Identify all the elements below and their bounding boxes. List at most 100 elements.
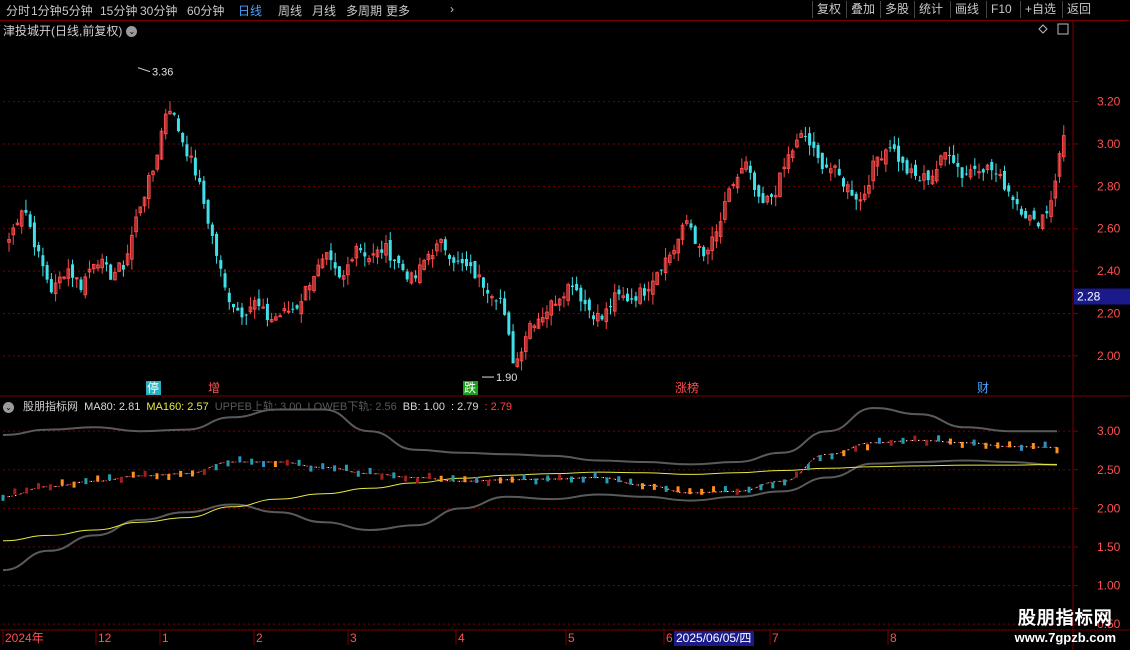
ind-block-78 (925, 439, 929, 446)
ind-block-52 (617, 476, 621, 483)
candle-body-210 (897, 145, 901, 162)
candle-body-217 (926, 170, 930, 181)
ind-block-41 (487, 480, 491, 487)
date-label-1: 12 (98, 631, 112, 645)
ind-block-74 (877, 437, 881, 444)
ind-block-65 (771, 482, 775, 489)
ind-block-77 (913, 435, 917, 442)
candle-body-188 (803, 136, 807, 138)
event-marker-label-4: 财 (977, 381, 989, 395)
candle-body-49 (215, 233, 219, 256)
ind-block-39 (463, 476, 467, 483)
diamond-icon[interactable] (1038, 24, 1048, 34)
ind-block-51 (605, 477, 609, 484)
candle-body-107 (460, 258, 464, 264)
candle-body-8 (41, 255, 45, 267)
ind-block-76 (901, 437, 905, 444)
candle-body-17 (79, 279, 83, 290)
candle-body-164 (702, 247, 706, 257)
candle-body-77 (333, 262, 337, 269)
main-tick-label-4: 2.40 (1097, 264, 1121, 278)
current-price-label: 2.28 (1077, 290, 1101, 304)
ind-block-19 (226, 460, 230, 467)
candle-body-55 (240, 307, 244, 318)
ind-tick-label-0: 3.00 (1097, 424, 1121, 438)
ind-block-45 (534, 478, 538, 485)
ma80-overlay (2, 439, 1058, 498)
candle-body-199 (850, 189, 854, 196)
candle-body-5 (28, 214, 32, 227)
candle-body-27 (121, 265, 125, 270)
candle-body-147 (630, 298, 634, 300)
chart-canvas: 3.20 3.00 2.80 2.60 2.40 2.20 2.00 3.00 2.50 2.00… (0, 21, 1130, 650)
ind-block-17 (202, 468, 206, 475)
ind-block-14 (167, 473, 171, 480)
ind-tick-label-3: 1.50 (1097, 540, 1121, 554)
high-arrow (137, 67, 151, 73)
expand-icon[interactable] (1057, 23, 1069, 35)
candle-body-42 (185, 144, 189, 157)
indicator-value-3: LOWEB下轨: 2.56 (307, 401, 397, 413)
ind-block-11 (131, 471, 135, 478)
ind-block-82 (972, 439, 976, 446)
ind-block-69 (818, 455, 822, 462)
indicator-value-6: : 2.79 (484, 401, 513, 413)
ind-block-67 (794, 471, 798, 478)
ind-block-46 (546, 475, 550, 482)
ind-block-49 (581, 476, 585, 483)
candle-body-234 (998, 174, 1003, 177)
candle-body-41 (181, 133, 185, 143)
low-label: 1.90 (496, 372, 517, 384)
main-tick-label-1: 3.00 (1097, 137, 1121, 151)
ind-block-34 (404, 475, 408, 482)
ind-block-18 (214, 464, 218, 471)
candle-body-211 (901, 156, 905, 163)
ind-block-86 (1019, 444, 1023, 451)
ind-block-37 (439, 475, 443, 482)
event-marker-label-3: 涨榜 (675, 380, 699, 395)
ind-block-50 (593, 472, 597, 479)
ind-block-68 (806, 464, 810, 471)
candle-body-68 (295, 305, 299, 309)
candle-body-192 (820, 152, 824, 170)
ind-block-27 (321, 463, 325, 470)
candle-body-91 (392, 259, 396, 262)
date-label-4: 3 (350, 631, 357, 645)
ind-block-31 (368, 467, 372, 474)
candle-body-93 (401, 263, 405, 270)
chevron-down-icon[interactable]: ⌄ (3, 401, 14, 413)
watermark-line1: 股朋指标网 (1017, 608, 1113, 628)
ind-block-20 (238, 456, 242, 463)
ind-tick-label-1: 2.50 (1097, 463, 1121, 477)
candle-body-226 (964, 173, 968, 175)
candle-body-196 (837, 168, 841, 176)
ind-block-79 (937, 435, 941, 442)
indicator-value-0: MA80: 2.81 (84, 401, 141, 413)
candle-body-189 (808, 133, 812, 146)
candle-body-103 (443, 239, 447, 251)
candle-body-228 (973, 165, 977, 169)
candle-body-197 (841, 178, 845, 187)
ind-block-25 (297, 459, 301, 466)
main-tick-label-2: 2.80 (1097, 179, 1121, 193)
ind-block-21 (250, 458, 254, 465)
ind-block-28 (333, 465, 337, 472)
candle-body-7 (37, 245, 41, 252)
ind-block-57 (676, 486, 680, 493)
ind-block-5 (60, 479, 64, 486)
candle-body-161 (689, 223, 693, 228)
candle-body-4 (24, 209, 28, 213)
ind-block-7 (84, 478, 88, 485)
candle-body-180 (769, 194, 773, 197)
main-tick-label-3: 2.60 (1097, 222, 1121, 236)
candle-body-78 (337, 266, 341, 278)
ind-block-29 (344, 464, 348, 471)
ind-block-26 (309, 465, 313, 472)
date-label-7: 6 (666, 631, 673, 645)
ma160-line (2, 463, 1058, 542)
ind-block-72 (854, 445, 858, 452)
candle-body-59 (257, 298, 261, 307)
candle-body-136 (583, 299, 587, 305)
candle-body-40 (176, 118, 180, 132)
candle-body-48 (210, 224, 214, 236)
